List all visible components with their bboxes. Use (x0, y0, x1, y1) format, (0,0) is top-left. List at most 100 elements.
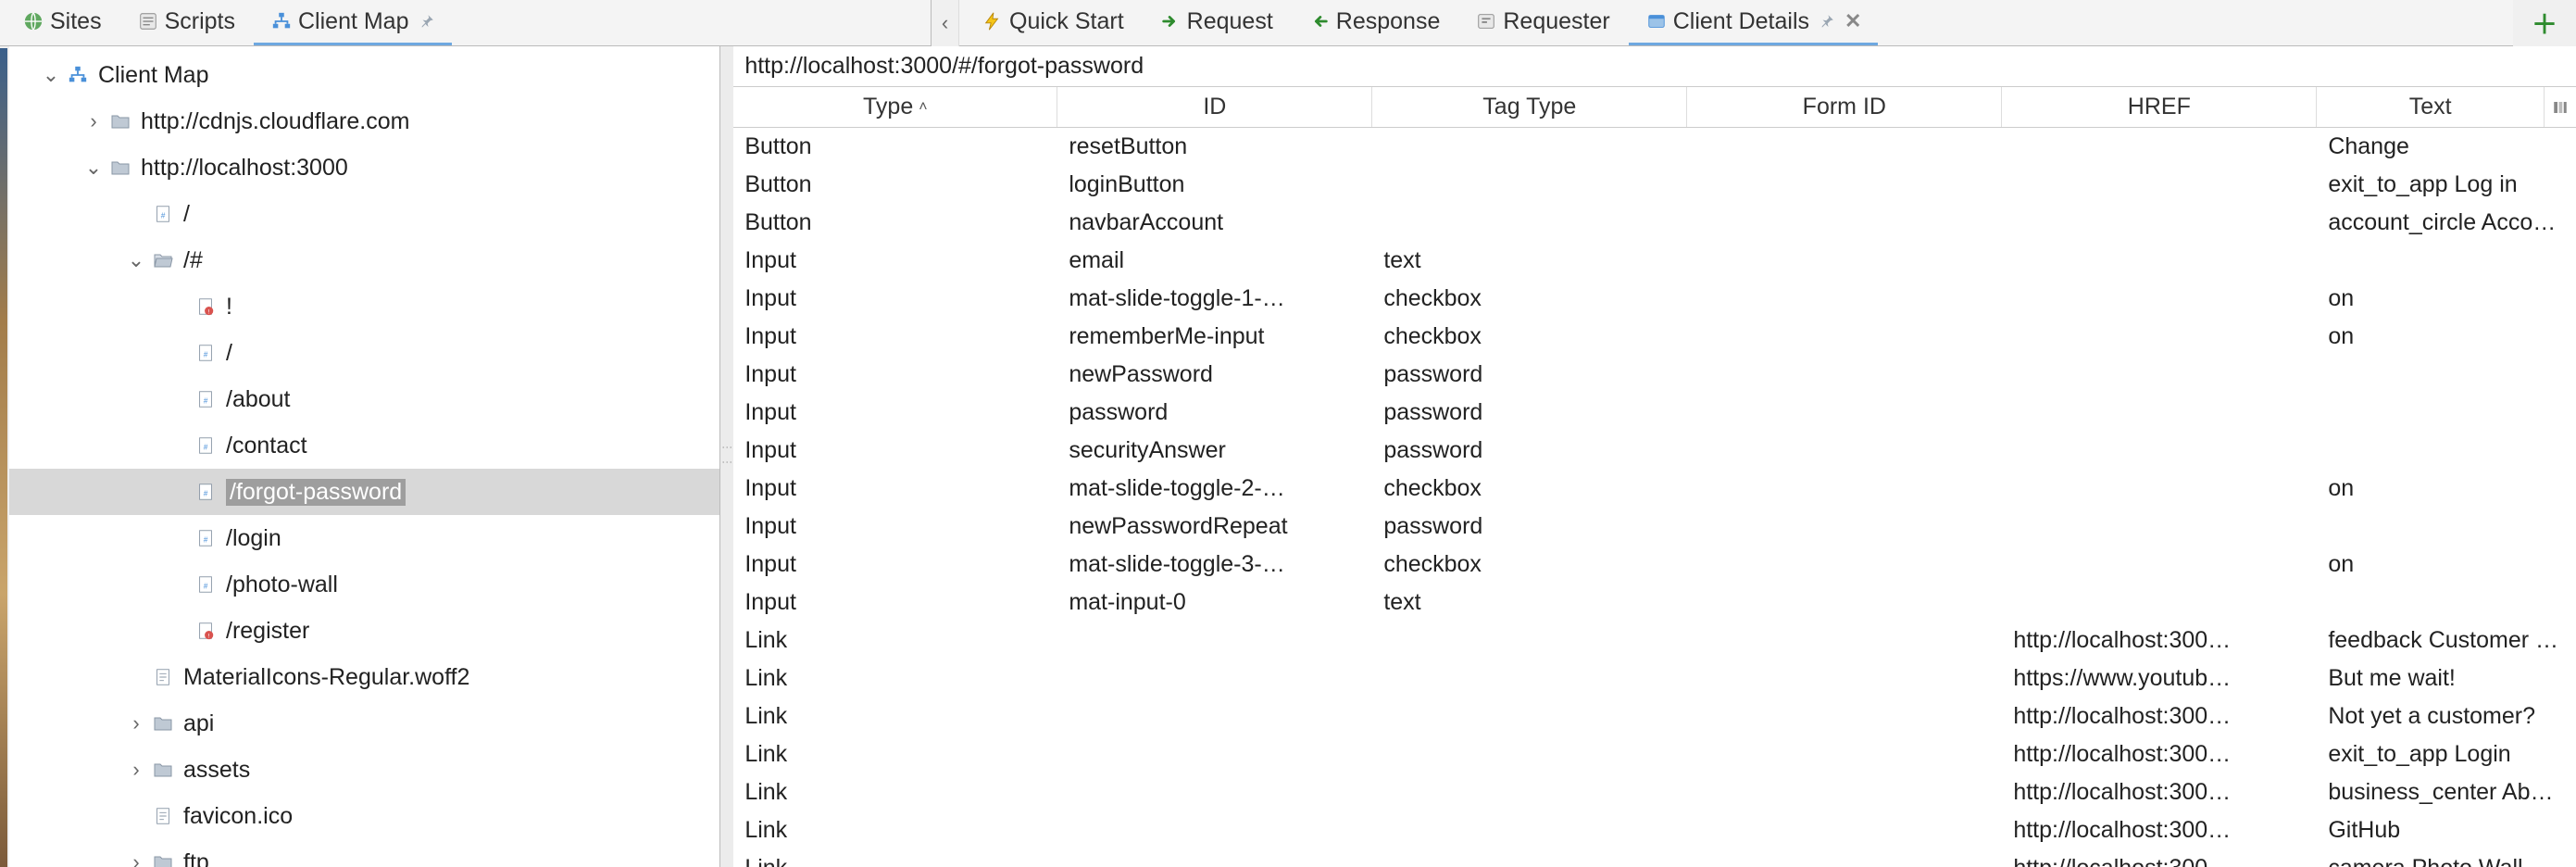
table-row[interactable]: Inputpasswordpassword (733, 394, 2576, 432)
tree-node[interactable]: MaterialIcons-Regular.woff2 (9, 654, 719, 700)
client-map-tree[interactable]: ⌄Client Map›http://cdnjs.cloudflare.com⌄… (9, 46, 719, 867)
tree-node[interactable]: ›assets (9, 747, 719, 793)
table-row[interactable]: InputnewPasswordRepeatpassword (733, 508, 2576, 546)
tab-client-map[interactable]: Client Map (254, 0, 452, 45)
file-icon (150, 664, 176, 690)
table-row[interactable]: Linkhttp://localhost:300…exit_to_app Log… (733, 735, 2576, 773)
tab-sites[interactable]: Sites (6, 0, 119, 45)
table-row[interactable]: InputsecurityAnswerpassword (733, 432, 2576, 470)
table-row[interactable]: Linkhttp://localhost:300…business_center… (733, 773, 2576, 811)
tab-requester[interactable]: Requester (1458, 0, 1626, 45)
table-row[interactable]: Inputemailtext (733, 242, 2576, 280)
table-row[interactable]: Linkhttps://www.youtub…But me wait! (733, 660, 2576, 697)
table-row[interactable]: Linkhttp://localhost:300…feedback Custom… (733, 622, 2576, 660)
cell-type: Button (733, 209, 1057, 236)
tab-label: Response (1336, 8, 1441, 35)
tree-node[interactable]: #/login (9, 515, 719, 561)
tree-node-label: /photo-wall (226, 572, 338, 598)
close-icon[interactable]: ✕ (1844, 9, 1861, 33)
column-header-id[interactable]: ID (1057, 87, 1372, 127)
cell-href: http://localhost:300… (2002, 779, 2317, 806)
table-row[interactable]: Inputmat-input-0text (733, 584, 2576, 622)
tree-node[interactable]: #/about (9, 376, 719, 422)
tree-node[interactable]: ⌄/# (9, 237, 719, 283)
cell-id: securityAnswer (1057, 437, 1372, 464)
table-row[interactable]: ButtonresetButtonChange (733, 128, 2576, 166)
cell-href: https://www.youtub… (2002, 665, 2317, 692)
tree-node[interactable]: ›ftp (9, 839, 719, 867)
tree-node[interactable]: ›http://cdnjs.cloudflare.com (9, 98, 719, 144)
tree-node-label: / (226, 340, 232, 367)
cell-type: Input (733, 589, 1057, 616)
disclosure-triangle-icon[interactable]: › (80, 109, 107, 133)
tree-node[interactable]: #/ (9, 191, 719, 237)
tree-node[interactable]: #/ (9, 330, 719, 376)
column-header-tag-type[interactable]: Tag Type (1372, 87, 1687, 127)
table-row[interactable]: Linkhttp://localhost:300…GitHub (733, 811, 2576, 849)
pin-icon[interactable] (419, 13, 435, 30)
column-header-form-id[interactable]: Form ID (1687, 87, 2002, 127)
tree-node[interactable]: #/photo-wall (9, 561, 719, 608)
column-header-href[interactable]: HREF (2002, 87, 2317, 127)
disclosure-triangle-icon[interactable]: › (122, 711, 150, 735)
tree-node[interactable]: ›api (9, 700, 719, 747)
details-table-header: Type˄IDTag TypeForm IDHREF Text (733, 87, 2576, 128)
svg-text:!: ! (208, 633, 210, 639)
cell-type: Link (733, 741, 1057, 768)
tree-node[interactable]: favicon.ico (9, 793, 719, 839)
column-header-text[interactable]: Text (2317, 87, 2545, 127)
cell-id: email (1057, 247, 1372, 274)
cell-id: newPasswordRepeat (1057, 513, 1372, 540)
table-row[interactable]: ButtonnavbarAccountaccount_circle Acco… (733, 204, 2576, 242)
cell-type: Input (733, 437, 1057, 464)
cell-type: Link (733, 703, 1057, 730)
disclosure-triangle-icon[interactable]: › (122, 850, 150, 867)
table-row[interactable]: Linkhttp://localhost:300…camera Photo Wa… (733, 849, 2576, 867)
column-picker-button[interactable] (2545, 87, 2576, 127)
cell-tag: text (1372, 589, 1687, 616)
svg-text:#: # (204, 351, 208, 359)
cell-text: But me wait! (2317, 665, 2576, 692)
disclosure-triangle-icon[interactable]: › (122, 758, 150, 782)
tree-node[interactable]: ⌄Client Map (9, 52, 719, 98)
table-row[interactable]: Inputmat-slide-toggle-1-…checkboxon (733, 280, 2576, 318)
disclosure-triangle-icon[interactable]: ⌄ (37, 63, 65, 87)
folder-icon (107, 155, 133, 181)
tree-node[interactable]: !/register (9, 608, 719, 654)
table-row[interactable]: Linkhttp://localhost:300…Not yet a custo… (733, 697, 2576, 735)
table-row[interactable]: Inputmat-slide-toggle-3-…checkboxon (733, 546, 2576, 584)
tree-node[interactable]: ⌄ http://localhost:3000 (9, 144, 719, 191)
tab-response[interactable]: Response (1292, 0, 1457, 45)
table-row[interactable]: Inputmat-slide-toggle-2-…checkboxon (733, 470, 2576, 508)
details-table-body[interactable]: ButtonresetButtonChangeButtonloginButton… (733, 128, 2576, 867)
tree-node[interactable]: !! (9, 283, 719, 330)
cell-tag: password (1372, 513, 1687, 540)
tab-request[interactable]: Request (1143, 0, 1290, 45)
arrow-right-green-icon (1159, 10, 1182, 32)
cell-id: rememberMe-input (1057, 323, 1372, 350)
tab-client-details[interactable]: Client Details✕ (1629, 0, 1879, 45)
tree-node-label: /forgot-password (226, 479, 406, 506)
cell-type: Input (733, 513, 1057, 540)
tree-node[interactable]: #/forgot-password (9, 469, 719, 515)
add-tab-button[interactable]: ＋ (2513, 5, 2576, 42)
tree-node[interactable]: #/contact (9, 422, 719, 469)
requester-icon (1475, 10, 1497, 32)
cell-tag: checkbox (1372, 323, 1687, 350)
table-row[interactable]: InputnewPasswordpassword (733, 356, 2576, 394)
table-row[interactable]: ButtonloginButtonexit_to_app Log in (733, 166, 2576, 204)
column-header-label: Text (2409, 94, 2452, 120)
table-row[interactable]: InputrememberMe-inputcheckboxon (733, 318, 2576, 356)
svg-text:#: # (204, 536, 208, 545)
tab-quick-start[interactable]: Quick Start (965, 0, 1141, 45)
vertical-splitter[interactable]: ⋮⋮ (720, 46, 733, 867)
pin-icon[interactable] (1819, 13, 1835, 30)
tab-scripts[interactable]: Scripts (120, 0, 252, 45)
page-warn-icon: ! (193, 294, 219, 320)
column-header-type[interactable]: Type˄ (733, 87, 1057, 127)
disclosure-triangle-icon[interactable]: ⌄ (80, 156, 107, 180)
disclosure-triangle-icon[interactable]: ⌄ (122, 248, 150, 272)
tabbar-scroll-left[interactable]: ‹ (932, 0, 959, 46)
tree-node-label: http://localhost:3000 (141, 155, 348, 182)
cell-id: resetButton (1057, 133, 1372, 160)
